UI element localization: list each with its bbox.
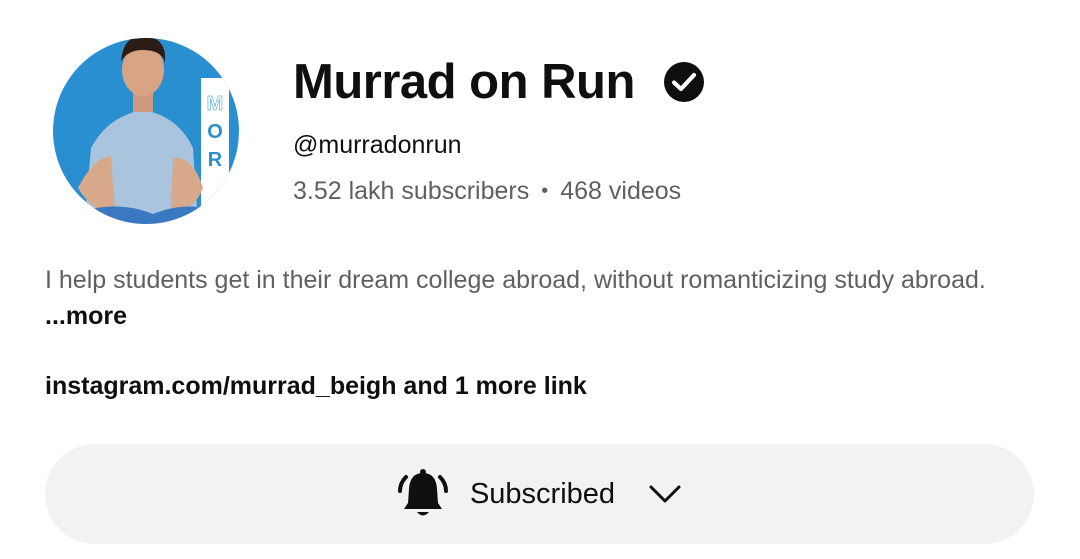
avatar-letter-o: O <box>207 121 223 143</box>
stats-separator: • <box>541 180 549 202</box>
subscriber-count: 3.52 lakh subscribers <box>293 177 530 205</box>
avatar-letter-m: M <box>207 93 224 115</box>
avatar-letter-r: R <box>208 149 223 171</box>
channel-avatar[interactable]: M O R <box>53 38 239 224</box>
subscribed-button[interactable]: Subscribed <box>45 444 1034 544</box>
video-count: 468 videos <box>560 177 682 205</box>
channel-title-row: Murrad on Run <box>293 52 705 112</box>
verified-badge-icon <box>663 61 705 103</box>
channel-links[interactable]: instagram.com/murrad_beigh and 1 more li… <box>45 369 587 403</box>
subscribed-label: Subscribed <box>469 478 616 510</box>
more-link[interactable]: ...more <box>45 302 127 330</box>
channel-description[interactable]: I help students get in their dream colle… <box>45 262 1035 334</box>
channel-handle: @murradonrun <box>293 131 462 159</box>
bell-ringing-icon <box>394 465 452 523</box>
channel-name: Murrad on Run <box>293 55 635 109</box>
chevron-down-icon <box>645 474 685 514</box>
description-text: I help students get in their dream colle… <box>45 266 986 294</box>
avatar-image: M O R <box>53 38 239 224</box>
channel-stats: 3.52 lakh subscribers • 468 videos <box>293 176 681 206</box>
